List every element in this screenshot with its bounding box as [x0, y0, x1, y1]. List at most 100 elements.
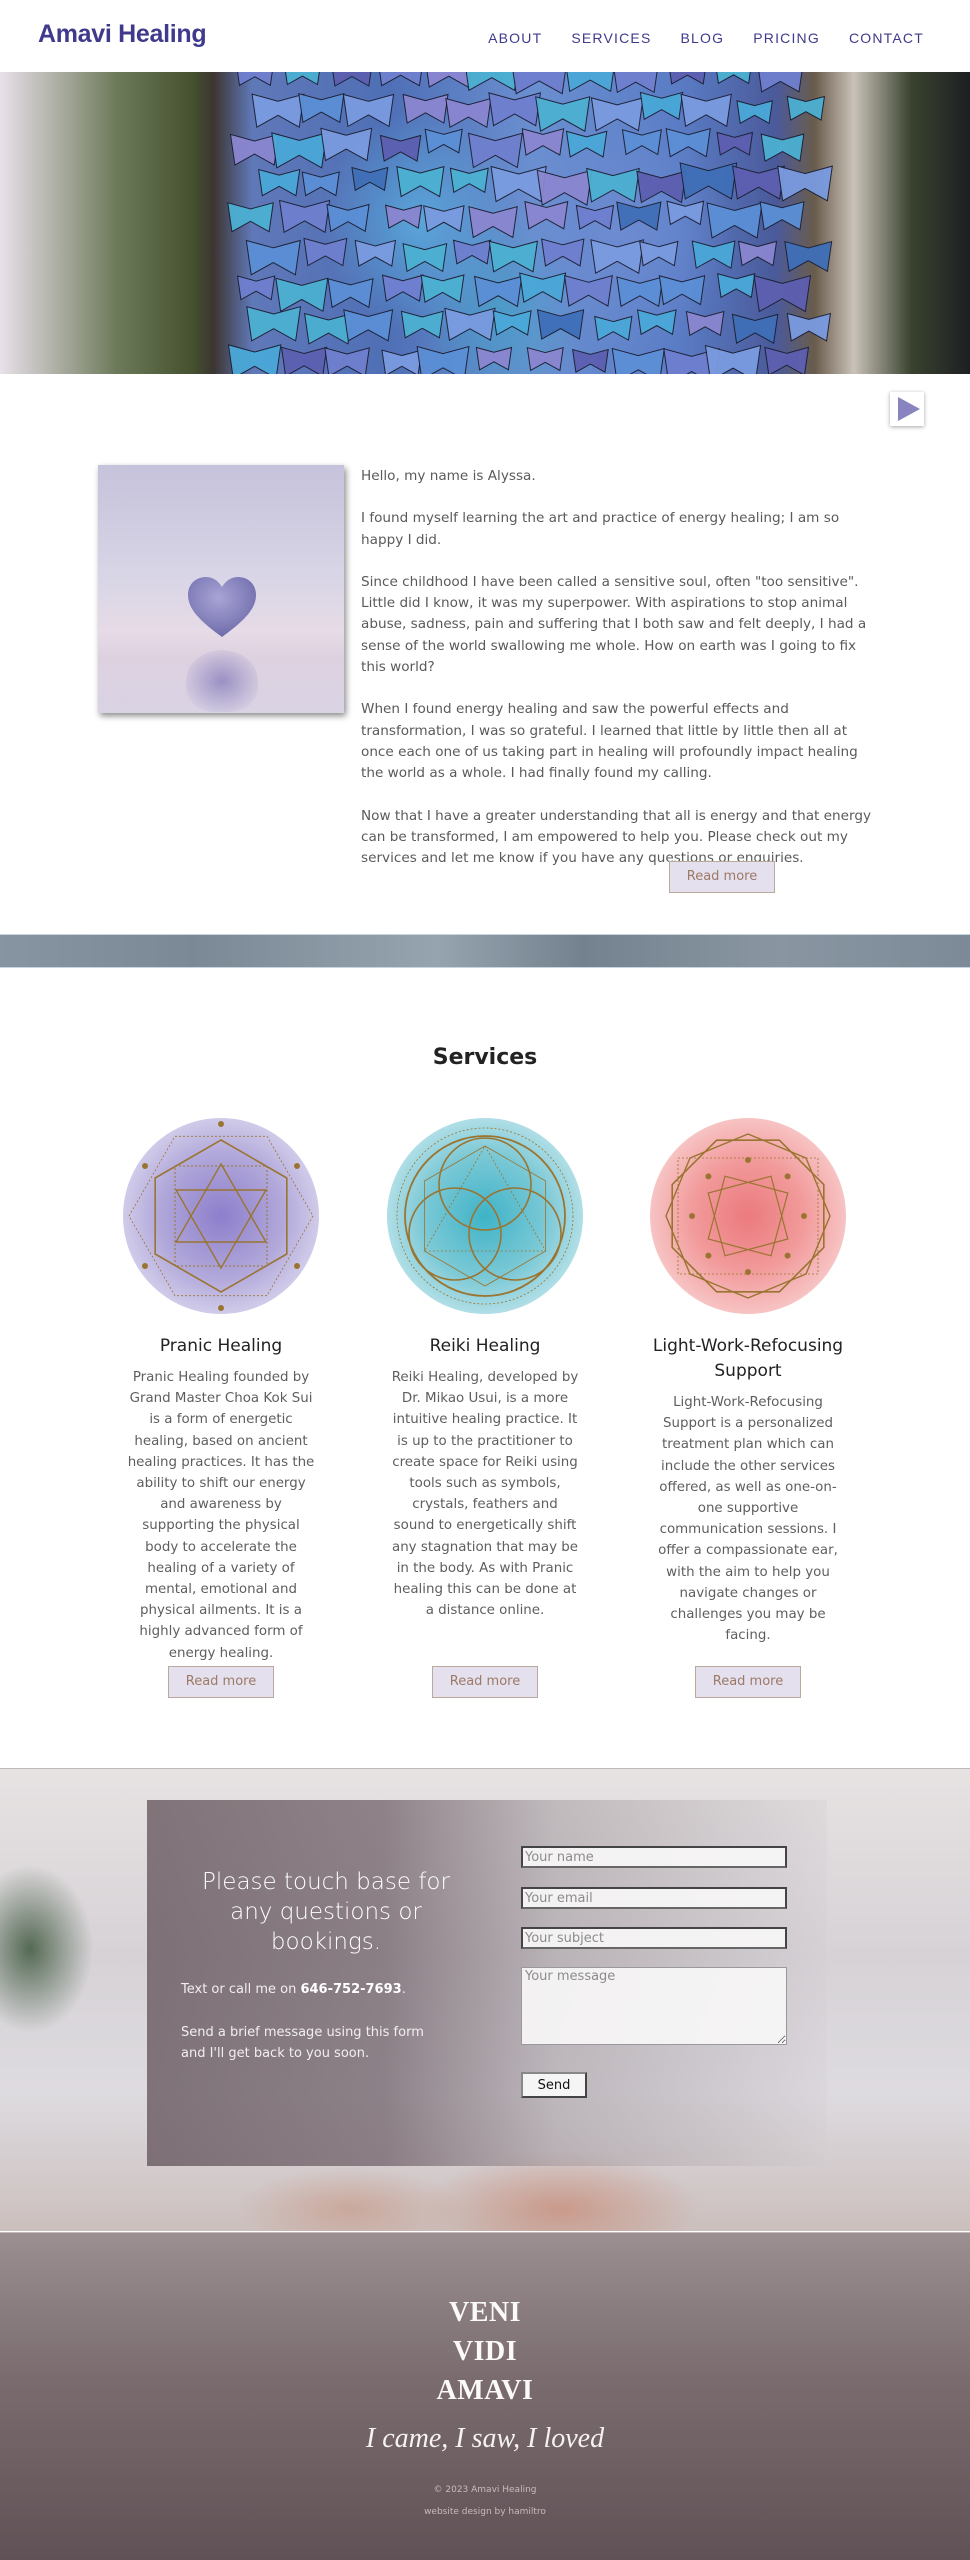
geometry-line — [689, 1213, 695, 1219]
butterflies-illustration — [227, 72, 833, 374]
lightwork-read-more-button[interactable]: Read more — [695, 1666, 801, 1698]
phone-suffix: . — [401, 1982, 406, 1997]
butterfly-shape — [541, 238, 585, 267]
reiki-read-more-button[interactable]: Read more — [432, 1666, 538, 1698]
butterfly-shape — [280, 346, 328, 374]
service-description: Light-Work-Refocusing Support is a perso… — [658, 1395, 838, 1644]
hero-image — [0, 72, 970, 374]
nav-blog[interactable]: BLOG — [681, 30, 725, 46]
butterfly-shape — [351, 166, 389, 192]
butterfly-shape — [732, 165, 785, 200]
about-read-more-button[interactable]: Read more — [669, 861, 775, 893]
geometry-line — [705, 1252, 712, 1259]
name-input[interactable] — [521, 1846, 787, 1868]
butterfly-shape — [636, 170, 687, 204]
butterfly-shape — [777, 165, 833, 202]
butterfly-shape — [536, 309, 585, 340]
subject-input[interactable] — [521, 1927, 787, 1949]
butterfly-shape — [385, 204, 423, 229]
geometry-line — [174, 1189, 268, 1270]
service-description: Pranic Healing founded by Grand Master C… — [127, 1370, 315, 1661]
butterfly-shape — [764, 346, 810, 374]
geometry-line — [468, 1187, 562, 1281]
nav-services[interactable]: SERVICES — [571, 30, 651, 46]
geometry-line — [707, 1175, 789, 1257]
service-title: Reiki Healing — [429, 1336, 541, 1356]
geometry-line — [677, 1157, 819, 1275]
butterfly-shape — [488, 92, 542, 127]
butterfly-shape — [716, 131, 754, 156]
email-input[interactable] — [521, 1887, 787, 1909]
butterfly-shape — [704, 344, 762, 374]
geometry-line — [438, 1137, 532, 1231]
butterfly-shape — [303, 237, 348, 267]
service-card-reiki: Reiki Healing Reiki Healing, developed b… — [385, 1118, 585, 1698]
pranic-read-more-button[interactable]: Read more — [168, 1666, 274, 1698]
butterfly-shape — [590, 239, 645, 275]
about-image — [98, 465, 344, 713]
motto-line: VENI — [448, 2297, 521, 2328]
geometry-line — [218, 1121, 224, 1127]
site-logo[interactable]: Amavi Healing — [38, 20, 207, 49]
butterfly-shape — [731, 313, 779, 344]
butterfly-shape — [613, 72, 658, 94]
butterfly-shape — [473, 275, 523, 308]
send-button[interactable]: Send — [521, 2072, 587, 2098]
butterfly-shape — [258, 168, 301, 197]
butterfly-shape — [354, 239, 397, 267]
butterfly-shape — [521, 128, 565, 156]
butterfly-shape — [784, 240, 833, 273]
main-nav: ABOUT SERVICES BLOG PRICING CONTACT — [488, 30, 924, 46]
butterfly-shape — [669, 72, 706, 85]
butterfly-shape — [416, 345, 470, 374]
butterfly-shape — [381, 349, 423, 374]
message-textarea[interactable] — [521, 1967, 787, 2045]
butterfly-shape — [246, 306, 302, 342]
services-title: Services — [432, 1045, 538, 1070]
butterfly-shape — [639, 91, 684, 121]
butterfly-shape — [402, 93, 449, 124]
geometry-line — [784, 1173, 791, 1180]
phone-number[interactable]: 646-752-7693 — [300, 1982, 401, 1997]
geometry-line — [142, 1163, 148, 1169]
butterfly-shape — [717, 273, 756, 299]
butterfly-shape — [679, 162, 738, 200]
butterfly-shape — [396, 165, 445, 198]
design-credit-link[interactable]: website design by hamiltro — [424, 2507, 546, 2517]
butterfly-shape — [535, 96, 591, 132]
butterfly-shape — [760, 133, 805, 163]
butterfly-shape — [301, 171, 340, 197]
butterfly-shape — [590, 97, 644, 132]
heart-reflection — [186, 650, 258, 712]
butterfly-shape — [278, 199, 331, 234]
butterfly-shape — [666, 200, 705, 226]
geometry-line — [396, 1127, 574, 1305]
pranic-emblem-icon — [123, 1118, 319, 1314]
butterfly-shape — [706, 202, 763, 239]
copyright: © 2023 Amavi Healing — [433, 2485, 537, 2495]
nav-about[interactable]: ABOUT — [488, 30, 542, 46]
geometry-line — [745, 1269, 751, 1275]
play-button[interactable] — [890, 392, 924, 426]
service-title: Pranic Healing — [159, 1336, 283, 1356]
butterfly-shape — [665, 127, 711, 158]
butterfly-shape — [400, 310, 444, 339]
butterfly-shape — [343, 309, 394, 342]
motto-line: AMAVI — [436, 2375, 534, 2406]
nav-contact[interactable]: CONTACT — [849, 30, 924, 46]
nav-pricing[interactable]: PRICING — [753, 30, 820, 46]
geometry-line — [218, 1305, 224, 1311]
butterfly-shape — [636, 309, 677, 336]
geometry-line — [142, 1263, 148, 1269]
butterfly-shape — [237, 72, 273, 87]
contact-panel: Please touch base for any questions or b… — [147, 1800, 827, 2166]
service-description: Reiki Healing, developed by Dr. Mikao Us… — [391, 1370, 579, 1619]
butterfly-shape — [716, 72, 751, 85]
butterfly-shape — [639, 240, 679, 267]
butterfly-shape — [475, 346, 513, 371]
butterfly-shape — [227, 344, 282, 374]
butterfly-shape — [563, 274, 613, 307]
butterfly-shape — [381, 274, 424, 302]
butterfly-shape — [468, 205, 518, 239]
butterfly-shape — [621, 129, 662, 156]
